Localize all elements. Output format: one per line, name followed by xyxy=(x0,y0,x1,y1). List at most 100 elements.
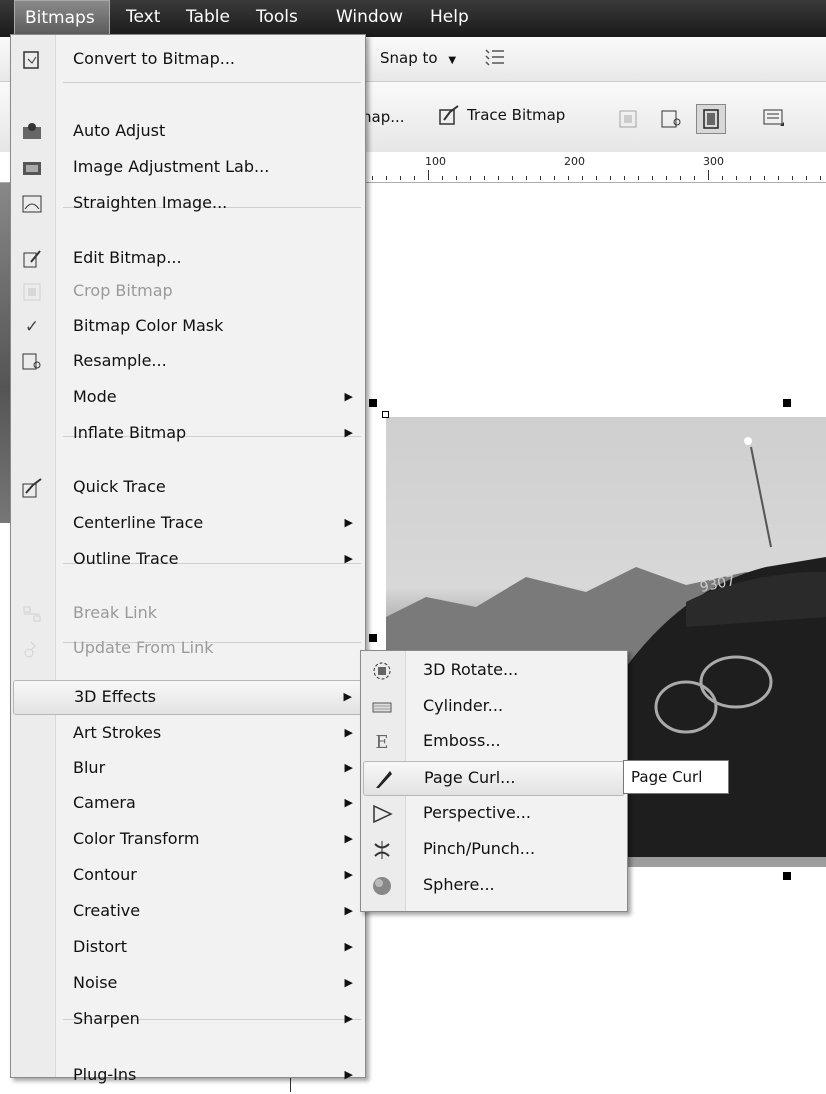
page-curl-icon xyxy=(372,768,394,790)
menu-item-centerline-trace[interactable]: Centerline Trace ▶ xyxy=(13,507,363,542)
menu-item-edit-bitmap[interactable]: Edit Bitmap... xyxy=(13,242,363,277)
ruler-tick xyxy=(596,176,597,180)
menu-item-label: Bitmap Color Mask xyxy=(73,316,224,335)
bitmaps-menu: Convert to Bitmap... Auto Adjust Image Adj… xyxy=(10,34,366,1084)
snap-options-icon[interactable] xyxy=(484,47,506,69)
ruler-tick xyxy=(456,176,457,180)
resample-icon[interactable] xyxy=(660,108,682,130)
menu-item-label: Image Adjustment Lab... xyxy=(73,157,270,176)
ruler-tick xyxy=(512,176,513,180)
submenu-item-label: 3D Rotate... xyxy=(423,660,519,679)
menu-item-distort[interactable]: Distort ▶ xyxy=(13,931,363,966)
menu-item-quick-trace[interactable]: Quick Trace xyxy=(13,471,363,506)
menu-item-straighten-image[interactable]: Straighten Image... xyxy=(13,187,363,222)
ruler-tick xyxy=(540,176,541,180)
selection-handle[interactable] xyxy=(783,872,791,880)
straighten-image-icon xyxy=(21,193,43,215)
pinch-punch-icon xyxy=(371,839,393,861)
options-icon[interactable] xyxy=(762,108,786,130)
menu-item-plug-ins[interactable]: Plug-Ins ▶ xyxy=(13,1059,363,1094)
menu-item-auto-adjust[interactable]: Auto Adjust xyxy=(13,115,363,150)
menu-item-resample[interactable]: Resample... xyxy=(13,345,363,380)
ruler-tick xyxy=(722,176,723,180)
rotation-center[interactable] xyxy=(382,411,389,418)
menu-item-bitmap-color-mask[interactable]: ✓ Bitmap Color Mask xyxy=(13,310,363,345)
menu-item-outline-trace[interactable]: Outline Trace ▶ xyxy=(13,543,363,578)
bitmap-frame-icon[interactable] xyxy=(696,104,726,134)
submenu-arrow-icon: ▶ xyxy=(344,552,353,565)
submenu-arrow-icon: ▶ xyxy=(344,426,353,439)
menu-item-sharpen[interactable]: Sharpen ▶ xyxy=(13,1003,363,1038)
menu-text[interactable]: Text xyxy=(116,0,170,36)
emboss-icon: E xyxy=(375,731,389,753)
submenu-item-label: Sphere... xyxy=(423,875,495,894)
selection-handle[interactable] xyxy=(369,399,377,407)
menu-item-inflate-bitmap[interactable]: Inflate Bitmap ▶ xyxy=(13,417,363,452)
trace-bitmap-button[interactable]: Trace Bitmap xyxy=(438,104,565,126)
ruler-tick xyxy=(778,176,779,180)
submenu-arrow-icon: ▶ xyxy=(344,940,353,953)
submenu-item-sphere[interactable]: Sphere... xyxy=(363,869,625,904)
cylinder-icon xyxy=(371,696,393,718)
menu-item-image-adjustment-lab[interactable]: Image Adjustment Lab... xyxy=(13,151,363,186)
menu-item-label: Noise xyxy=(73,973,118,992)
menu-item-noise[interactable]: Noise ▶ xyxy=(13,967,363,1002)
submenu-arrow-icon: ▶ xyxy=(344,1068,353,1081)
menu-help[interactable]: Help xyxy=(420,0,479,36)
bitmap-button[interactable]: nap... xyxy=(362,108,405,126)
update-link-icon xyxy=(21,638,43,660)
menu-item-camera[interactable]: Camera ▶ xyxy=(13,787,363,822)
submenu-arrow-icon: ▶ xyxy=(344,796,353,809)
selection-handle[interactable] xyxy=(369,634,377,642)
ruler-tick xyxy=(792,176,793,180)
ruler-tick xyxy=(386,176,387,180)
menu-table[interactable]: Table xyxy=(176,0,240,36)
menu-item-art-strokes[interactable]: Art Strokes ▶ xyxy=(13,717,363,752)
ruler-tick xyxy=(694,176,695,180)
submenu-arrow-icon: ▶ xyxy=(344,832,353,845)
ruler-label: 200 xyxy=(564,155,585,168)
submenu-item-cylinder[interactable]: Cylinder... xyxy=(363,690,625,725)
menu-tools[interactable]: Tools xyxy=(246,0,308,36)
menubar: Bitmaps Text Table Tools Window Help xyxy=(0,0,826,37)
menu-item-convert-to-bitmap[interactable]: Convert to Bitmap... xyxy=(13,43,363,78)
menu-bitmaps[interactable]: Bitmaps xyxy=(14,0,110,36)
menu-item-update-from-link[interactable]: Update From Link xyxy=(13,632,363,667)
menu-item-mode[interactable]: Mode ▶ xyxy=(13,381,363,416)
submenu-item-page-curl[interactable]: Page Curl... xyxy=(363,761,625,796)
selection-handle[interactable] xyxy=(783,399,791,407)
ruler-tick xyxy=(764,176,765,180)
ruler-tick xyxy=(736,176,737,180)
submenu-item-3d-rotate[interactable]: 3D Rotate... xyxy=(363,654,625,689)
ruler-tick xyxy=(582,176,583,180)
menu-item-label: Update From Link xyxy=(73,638,214,657)
menu-item-blur[interactable]: Blur ▶ xyxy=(13,752,363,787)
ruler-tick xyxy=(624,176,625,180)
crop-bitmap-icon xyxy=(21,281,43,303)
crop-bitmap-icon[interactable] xyxy=(617,108,639,130)
menu-item-break-link[interactable]: Break Link xyxy=(13,597,363,632)
ruler-tick xyxy=(708,170,709,180)
chevron-down-icon: ▼ xyxy=(448,55,457,66)
menu-item-color-transform[interactable]: Color Transform ▶ xyxy=(13,823,363,858)
perspective-icon xyxy=(371,803,393,825)
submenu-arrow-icon: ▶ xyxy=(344,726,353,739)
menu-item-creative[interactable]: Creative ▶ xyxy=(13,895,363,930)
menu-item-label: Camera xyxy=(73,793,136,812)
menu-window[interactable]: Window xyxy=(326,0,413,36)
ruler-label: 300 xyxy=(703,155,724,168)
menu-item-3d-effects[interactable]: 3D Effects ▶ xyxy=(13,680,363,715)
submenu-item-pinch-punch[interactable]: Pinch/Punch... xyxy=(363,833,625,868)
menu-item-contour[interactable]: Contour ▶ xyxy=(13,859,363,894)
trace-bitmap-icon xyxy=(438,104,462,126)
submenu-item-emboss[interactable]: E Emboss... xyxy=(363,725,625,760)
snap-to-button[interactable]: Snap to ▼ xyxy=(380,49,456,67)
menu-item-crop-bitmap[interactable]: Crop Bitmap xyxy=(13,275,363,310)
ruler-tick xyxy=(414,176,415,180)
ruler-tick xyxy=(638,176,639,180)
menu-item-label: Outline Trace xyxy=(73,549,179,568)
submenu-arrow-icon: ▶ xyxy=(344,516,353,529)
submenu-item-perspective[interactable]: Perspective... xyxy=(363,797,625,832)
submenu-arrow-icon: ▶ xyxy=(344,904,353,917)
submenu-arrow-icon: ▶ xyxy=(344,761,353,774)
